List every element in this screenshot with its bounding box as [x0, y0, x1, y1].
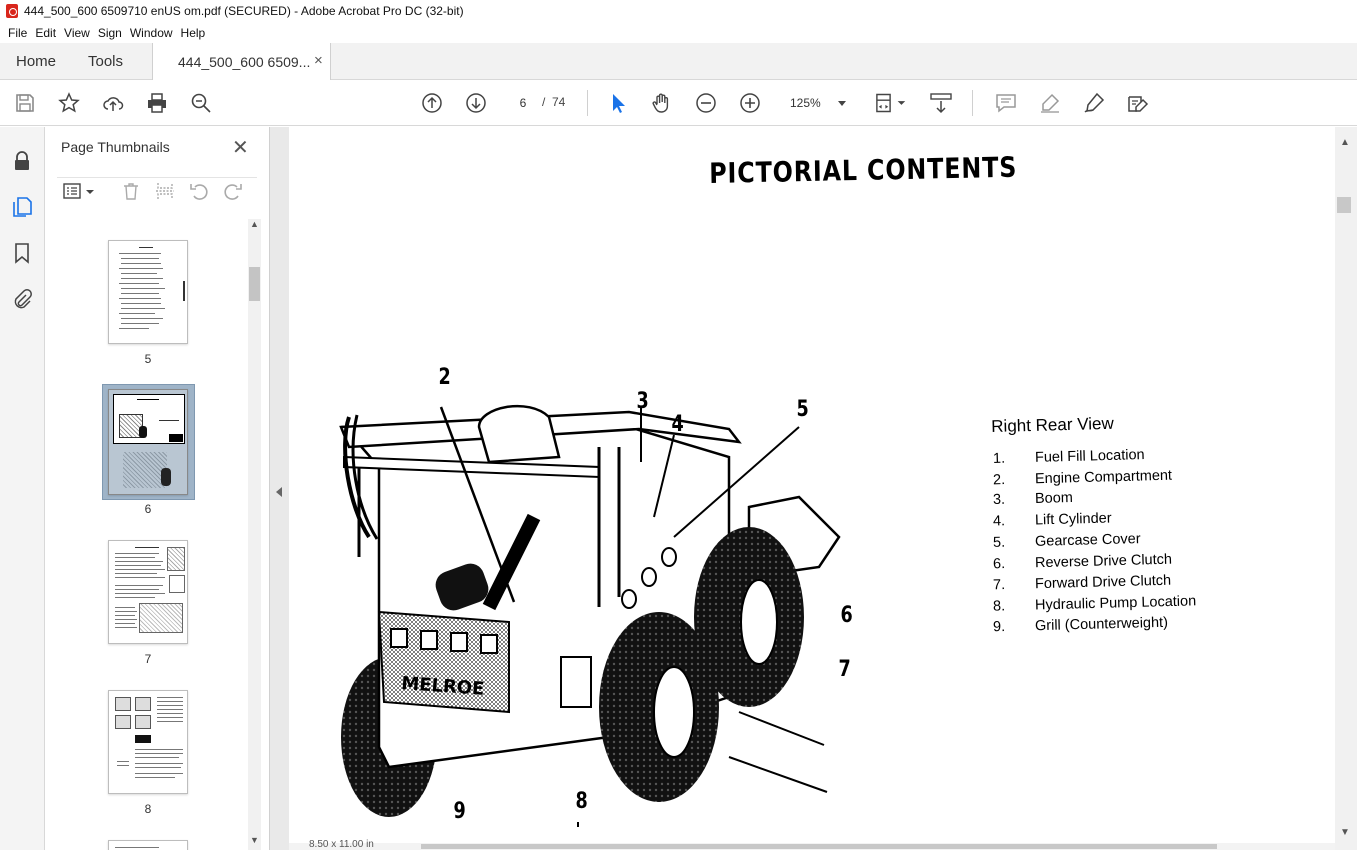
- legend-item: 6. Reverse Drive Clutch: [992, 551, 1173, 573]
- horizontal-scroll-thumb[interactable]: [421, 844, 1217, 849]
- zoom-out-icon[interactable]: [694, 91, 718, 115]
- callout-4: 4: [671, 412, 684, 437]
- toolbar: 6 / 74 125%: [0, 80, 1357, 126]
- close-panel-button[interactable]: ✕: [232, 135, 249, 160]
- menu-help[interactable]: Help: [177, 26, 210, 40]
- scroll-mode-icon[interactable]: [929, 91, 953, 115]
- collapse-left-icon: [276, 487, 282, 497]
- page-separator: /: [542, 95, 546, 109]
- panel-title: Page Thumbnails: [61, 139, 170, 155]
- thumbnail-page-9[interactable]: [108, 840, 188, 850]
- panel-collapse-handle[interactable]: [270, 127, 289, 850]
- page-size-label: 8.50 x 11.00 in: [309, 839, 374, 850]
- scroll-down-icon[interactable]: ▼: [248, 835, 261, 849]
- scroll-thumb[interactable]: [1337, 197, 1351, 213]
- page-total: 74: [552, 95, 566, 109]
- rotate-right-icon[interactable]: [220, 178, 246, 204]
- legend-item: 3. Boom: [992, 489, 1074, 509]
- toolbar-divider: [587, 90, 588, 116]
- legend-title: Right Rear View: [991, 413, 1114, 436]
- page-up-icon[interactable]: [420, 91, 444, 115]
- thumbnail-label-7: 7: [144, 652, 152, 666]
- menu-edit[interactable]: Edit: [31, 26, 60, 40]
- callout-6: 6: [840, 603, 853, 628]
- options-menu-icon[interactable]: [61, 178, 97, 204]
- save-icon[interactable]: [13, 91, 37, 115]
- page-heading: PICTORIAL CONTENTS: [709, 150, 1018, 190]
- toolbar-divider: [972, 90, 973, 116]
- menu-file[interactable]: File: [4, 26, 31, 40]
- thumbnail-label-8: 8: [144, 802, 152, 816]
- callout-5: 5: [796, 397, 809, 422]
- thumbnail-label-6: 6: [144, 502, 152, 516]
- menu-bar: File Edit View Sign Window Help: [0, 22, 1357, 43]
- tab-tools[interactable]: Tools: [88, 53, 123, 70]
- lock-icon[interactable]: [10, 149, 34, 173]
- page-display-icon[interactable]: [874, 91, 910, 115]
- legend-item: 2. Engine Compartment: [992, 467, 1173, 489]
- acrobat-logo-icon: [6, 4, 18, 18]
- zoom-in-icon[interactable]: [738, 91, 762, 115]
- legend-item: 9. Grill (Counterweight): [992, 614, 1169, 636]
- legend-item: 5. Gearcase Cover: [992, 531, 1141, 551]
- hand-icon[interactable]: [650, 91, 674, 115]
- tab-document[interactable]: 444_500_600 6509... ×: [152, 43, 331, 80]
- document-status-bar: 8.50 x 11.00 in: [289, 839, 1335, 850]
- pages-icon[interactable]: [10, 195, 34, 219]
- callout-9: 9: [453, 799, 466, 824]
- thumbnail-page-6[interactable]: [108, 389, 188, 495]
- document-page: PICTORIAL CONTENTS MELROE 2 3 4 5 6 7 8 …: [289, 127, 1335, 843]
- extract-page-icon[interactable]: [152, 178, 178, 204]
- rotate-left-icon[interactable]: [186, 178, 212, 204]
- page-number-input[interactable]: 6: [508, 90, 538, 116]
- menu-sign[interactable]: Sign: [94, 26, 126, 40]
- document-scrollbar[interactable]: ▲ ▼: [1335, 127, 1357, 850]
- skid-steer-loader-illustration: MELROE: [339, 404, 841, 827]
- upload-icon[interactable]: [101, 91, 125, 115]
- menu-view[interactable]: View: [60, 26, 94, 40]
- callout-8: 8: [575, 789, 588, 814]
- scroll-up-icon[interactable]: ▲: [1340, 137, 1350, 148]
- scroll-down-icon[interactable]: ▼: [1340, 827, 1350, 838]
- scroll-up-icon[interactable]: ▲: [248, 219, 261, 233]
- thumbnail-page-5[interactable]: [108, 240, 188, 344]
- zoom-value: 125%: [790, 96, 821, 110]
- thumbnail-page-7[interactable]: [108, 540, 188, 644]
- callout-7: 7: [838, 657, 851, 682]
- left-rail: [0, 127, 45, 850]
- legend-item: 8. Hydraulic Pump Location: [992, 593, 1197, 615]
- thumbnail-scrollbar[interactable]: ▲ ▼: [248, 219, 261, 850]
- tabs-bar: Home Tools 444_500_600 6509... ×: [0, 43, 1357, 80]
- thumbnail-tools: [57, 177, 257, 205]
- select-cursor-icon[interactable]: [606, 91, 630, 115]
- callout-2: 2: [438, 365, 451, 390]
- chevron-down-icon: [838, 101, 846, 106]
- page-thumbnails-panel: Page Thumbnails ✕ 5 6 7 8 ▲ ▼: [45, 127, 270, 850]
- bookmark-icon[interactable]: [10, 241, 34, 265]
- document-tab-label: 444_500_600 6509...: [178, 54, 311, 70]
- redact-edit-icon[interactable]: [1126, 91, 1150, 115]
- scroll-thumb[interactable]: [249, 267, 260, 301]
- title-bar: 444_500_600 6509710 enUS om.pdf (SECURED…: [0, 0, 1357, 22]
- attachment-icon[interactable]: [10, 287, 34, 311]
- page-down-icon[interactable]: [464, 91, 488, 115]
- callout-3: 3: [636, 389, 649, 414]
- legend-item: 4. Lift Cylinder: [992, 510, 1112, 530]
- find-icon[interactable]: [189, 91, 213, 115]
- highlight-icon[interactable]: [1038, 91, 1062, 115]
- legend-item: 1. Fuel Fill Location: [992, 447, 1145, 467]
- sign-icon[interactable]: [1082, 91, 1106, 115]
- print-icon[interactable]: [145, 91, 169, 115]
- comment-icon[interactable]: [994, 91, 1018, 115]
- delete-page-icon[interactable]: [118, 178, 144, 204]
- thumbnail-label-5: 5: [144, 352, 152, 366]
- tab-home[interactable]: Home: [16, 53, 56, 70]
- close-tab-button[interactable]: ×: [314, 52, 323, 69]
- zoom-select[interactable]: 125%: [782, 90, 852, 116]
- bookmark-star-icon[interactable]: [57, 91, 81, 115]
- legend-item: 7. Forward Drive Clutch: [992, 572, 1172, 594]
- thumbnail-page-8[interactable]: [108, 690, 188, 794]
- window-title: 444_500_600 6509710 enUS om.pdf (SECURED…: [24, 4, 464, 18]
- menu-window[interactable]: Window: [126, 26, 177, 40]
